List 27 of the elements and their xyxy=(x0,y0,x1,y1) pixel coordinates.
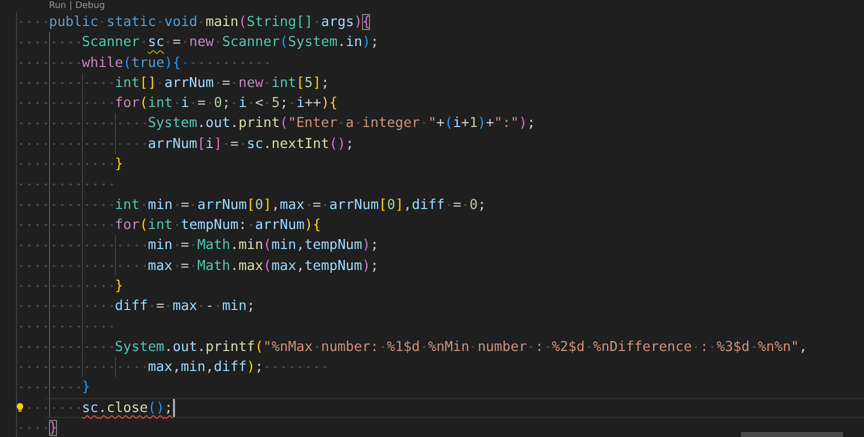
code-line: arrNum[i] = sc.nextInt(); xyxy=(148,134,354,154)
lightbulb-icon[interactable] xyxy=(16,402,24,413)
code-line: } xyxy=(48,418,58,437)
code-line: sc.close(); xyxy=(82,398,173,418)
code-line: System.out.printf("%nMax number: %1$d %nMin number : %2$d %nDifference : %3$d %n%n", xyxy=(114,338,808,357)
code-line: int[] arrNum = new int[5]; xyxy=(114,74,330,93)
indent-guide xyxy=(16,418,49,437)
horizontal-scrollbar[interactable] xyxy=(741,432,843,437)
code-line: } xyxy=(82,378,90,398)
indent-guide xyxy=(48,398,82,418)
code-line: for(int tempNum: arrNum){ xyxy=(114,216,321,235)
code-line: diff = max - min; xyxy=(114,297,256,316)
debug-link[interactable]: Debug xyxy=(75,0,105,12)
code-line: int min = arrNum[0],max = arrNum[0],diff = 0; xyxy=(114,196,486,215)
code-line: max,min,diff); xyxy=(148,357,330,378)
code-line: while(true){ xyxy=(82,52,272,73)
text-cursor xyxy=(172,398,175,417)
code-line: min = Math.min(min,tempNum); xyxy=(148,236,379,256)
code-line: System.out.print("Enter a integer "+(i+1)+":"); xyxy=(148,114,536,134)
code-line: Scanner sc = new Scanner(System.in); xyxy=(82,33,379,52)
run-link[interactable]: Run xyxy=(49,0,66,12)
code-line: max = Math.max(max,tempNum); xyxy=(148,256,379,276)
code-line: } xyxy=(114,155,124,174)
code-line: for(int i = 0; i < 5; i++){ xyxy=(114,94,338,114)
code-line: } xyxy=(114,276,124,296)
code-line: public static void main(String[] args){ xyxy=(48,13,370,32)
codelens-separator: | xyxy=(69,0,72,12)
